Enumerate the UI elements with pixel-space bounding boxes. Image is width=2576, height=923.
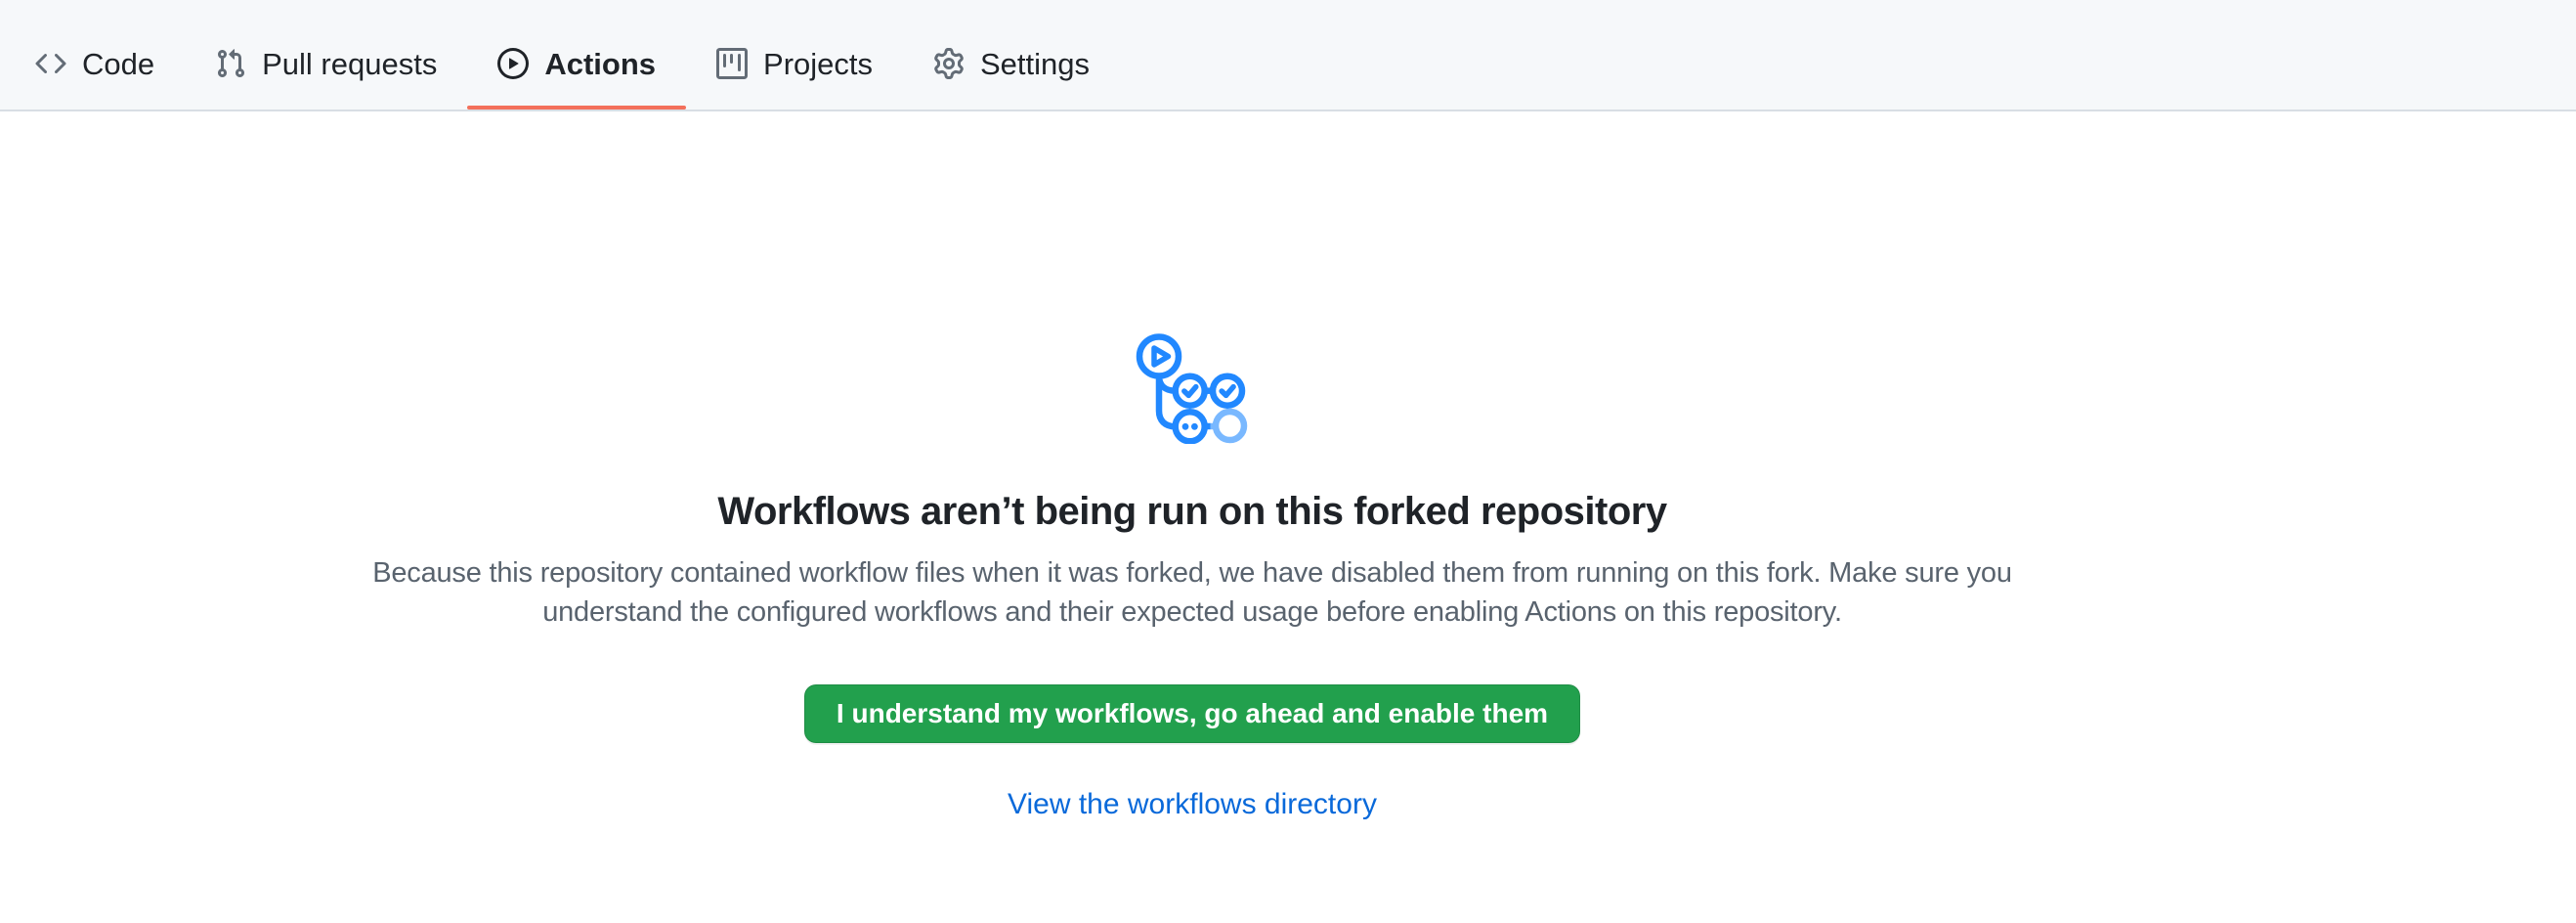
tab-label: Pull requests bbox=[262, 49, 437, 79]
tab-settings[interactable]: Settings bbox=[903, 18, 1120, 110]
code-icon bbox=[35, 48, 66, 79]
tab-label: Actions bbox=[544, 49, 656, 79]
tab-pull-requests[interactable]: Pull requests bbox=[185, 18, 467, 110]
enable-workflows-button[interactable]: I understand my workflows, go ahead and … bbox=[804, 684, 1580, 743]
blankslate-description: Because this repository contained workfl… bbox=[347, 553, 2038, 632]
play-icon bbox=[497, 48, 529, 79]
view-workflows-directory-link[interactable]: View the workflows directory bbox=[1008, 788, 1377, 821]
main-content: Workflows aren’t being run on this forke… bbox=[0, 111, 2576, 923]
tab-label: Settings bbox=[980, 49, 1090, 79]
actions-disabled-blankslate: Workflows aren’t being run on this forke… bbox=[0, 111, 2384, 821]
blankslate-heading: Workflows aren’t being run on this forke… bbox=[717, 485, 1666, 538]
tab-projects[interactable]: Projects bbox=[686, 18, 903, 110]
gear-icon bbox=[933, 48, 965, 79]
tab-label: Projects bbox=[763, 49, 873, 79]
tab-code[interactable]: Code bbox=[5, 18, 185, 110]
project-icon bbox=[716, 48, 748, 79]
tab-label: Code bbox=[82, 49, 154, 79]
repo-tab-nav: Code Pull requests Actions Projects Sett… bbox=[0, 0, 2576, 111]
tab-actions[interactable]: Actions bbox=[467, 18, 686, 110]
workflow-graphic-icon bbox=[1136, 330, 1249, 444]
git-pull-request-icon bbox=[215, 48, 246, 79]
